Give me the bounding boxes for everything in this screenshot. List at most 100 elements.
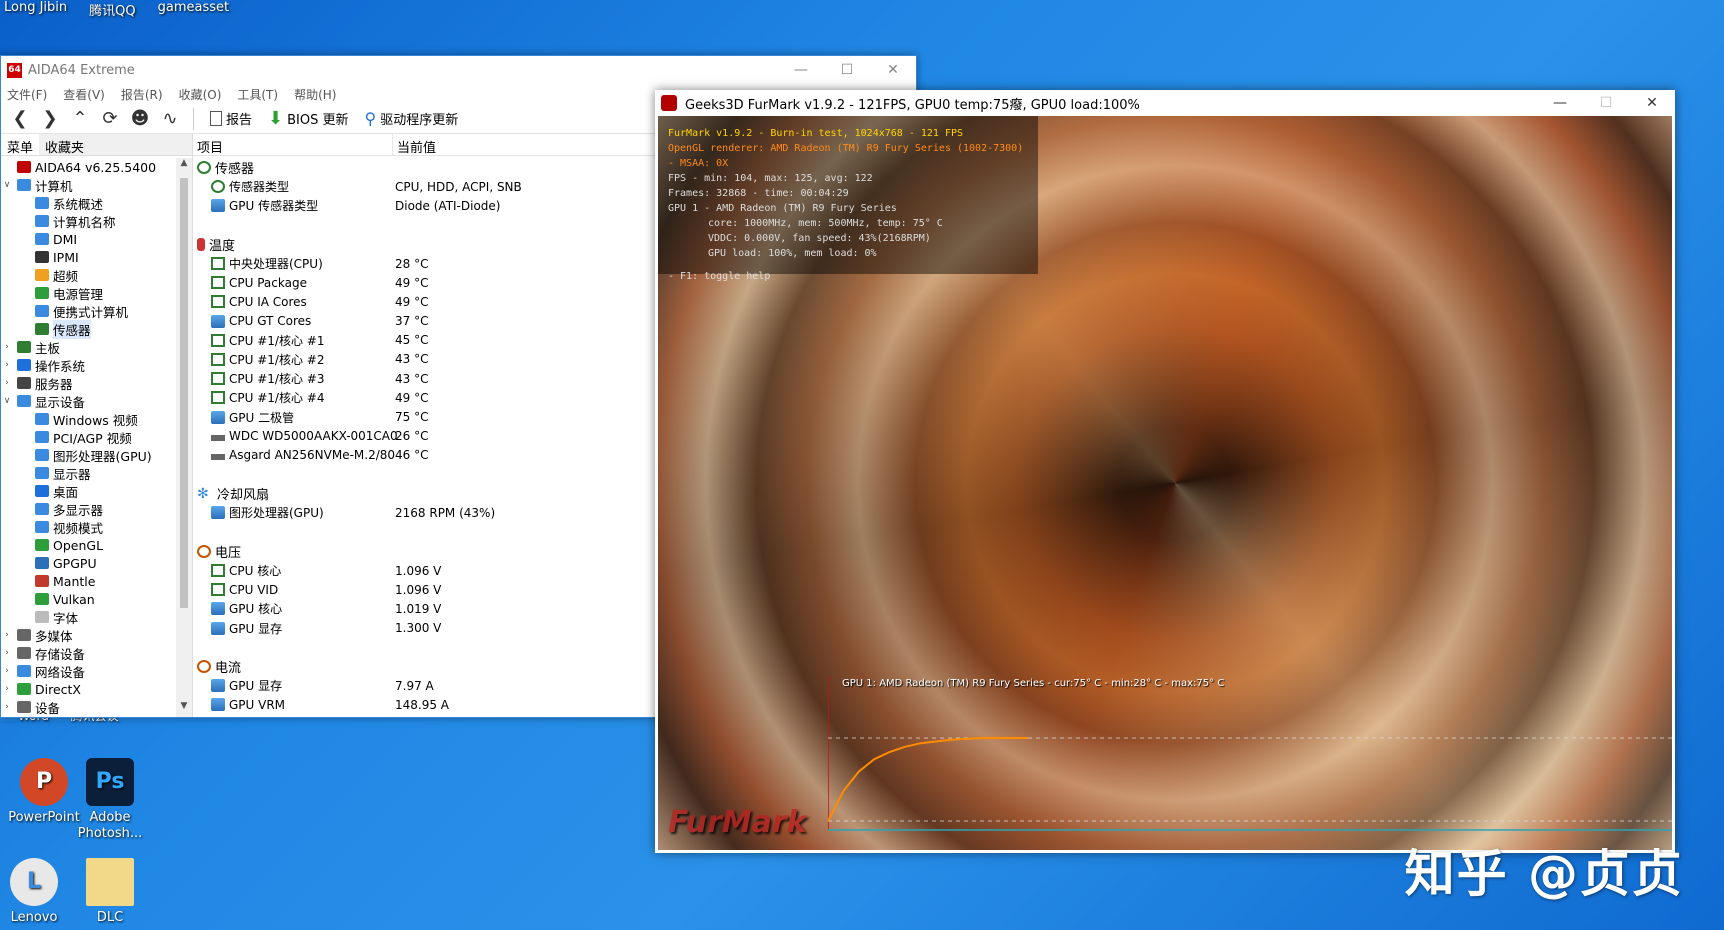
tree-item[interactable]: › 网络设备: [1, 662, 176, 680]
maximize-button[interactable]: ☐: [824, 62, 870, 78]
desktop-icon-lenovo[interactable]: L Lenovo: [0, 858, 74, 926]
chevron-right-icon[interactable]: ›: [1, 648, 13, 658]
tree-item[interactable]: 显示器: [1, 464, 176, 482]
hud-line: FPS - min: 104, max: 125, avg: 122: [668, 173, 873, 184]
tree-item[interactable]: › 主板: [1, 338, 176, 356]
sensor-value: 7.97 A: [395, 678, 434, 693]
tree-item[interactable]: › 操作系统: [1, 356, 176, 374]
aida64-logo-icon: 64: [7, 62, 22, 78]
tree-item[interactable]: › 存储设备: [1, 644, 176, 662]
minimize-button[interactable]: —: [1537, 95, 1583, 111]
chevron-right-icon[interactable]: ›: [1, 360, 13, 370]
tree-item[interactable]: GPGPU: [1, 554, 176, 572]
tree-item[interactable]: 系统概述: [1, 194, 176, 212]
drive-icon: [211, 454, 225, 461]
scroll-down-icon[interactable]: ▼: [176, 701, 192, 717]
tree-item-label: 显示器: [53, 466, 91, 482]
tree-item[interactable]: Mantle: [1, 572, 176, 590]
chart-icon[interactable]: ∿: [157, 106, 183, 132]
bios-update-button[interactable]: ⬇ BIOS 更新: [262, 108, 354, 129]
tree-item[interactable]: 电源管理: [1, 284, 176, 302]
aida64-titlebar[interactable]: 64 AIDA64 Extreme — ☐ ✕: [1, 56, 916, 84]
tree-item-label: 服务器: [35, 376, 73, 392]
close-button[interactable]: ✕: [870, 62, 916, 78]
column-header-value[interactable]: 当前值: [393, 134, 440, 156]
refresh-icon[interactable]: ⟳: [97, 106, 123, 132]
tree-item[interactable]: OpenGL: [1, 536, 176, 554]
scroll-thumb[interactable]: [180, 178, 188, 608]
tree-item[interactable]: 便携式计算机: [1, 302, 176, 320]
tree-item[interactable]: 传感器: [1, 319, 176, 339]
chevron-right-icon[interactable]: ›: [1, 666, 13, 676]
chevron-down-icon[interactable]: ∨: [1, 180, 13, 190]
chevron-right-icon[interactable]: ›: [1, 378, 13, 388]
furmark-hud: FurMark v1.9.2 - Burn-in test, 1024x768 …: [658, 116, 1038, 282]
tree-item[interactable]: 视频模式: [1, 518, 176, 536]
desktop-label[interactable]: Long Jibin: [4, 0, 67, 18]
tree-item[interactable]: IPMI: [1, 248, 176, 266]
desktop-label[interactable]: 腾讯QQ: [89, 0, 135, 19]
report-button[interactable]: 报告: [204, 109, 258, 128]
section-title-text: 传感器: [215, 162, 255, 178]
desktop-icon-dlc[interactable]: DLC: [70, 858, 150, 926]
driver-update-button[interactable]: ⚲ 驱动程序更新: [358, 109, 464, 128]
sensor-value: 1.096 V: [395, 563, 442, 578]
hud-line: core: 1000MHz, mem: 500MHz, temp: 75° C: [708, 218, 943, 229]
tree-item-label: 多媒体: [35, 628, 73, 644]
furmark-titlebar[interactable]: Geeks3D FurMark v1.9.2 - 121FPS, GPU0 te…: [655, 90, 1675, 116]
chevron-right-icon[interactable]: ›: [1, 684, 13, 694]
menu-report[interactable]: 报告(R): [121, 86, 163, 103]
tree-item[interactable]: 多显示器: [1, 500, 176, 518]
tree-item[interactable]: › 多媒体: [1, 626, 176, 644]
sensor-name: GPU 显存: [193, 677, 395, 694]
tree-item[interactable]: DMI: [1, 230, 176, 248]
driver-update-label: 驱动程序更新: [380, 113, 459, 128]
maximize-button[interactable]: ☐: [1583, 95, 1629, 111]
sensor-name: GPU 显存: [193, 620, 395, 637]
tree-item[interactable]: 超频: [1, 266, 176, 284]
furmark-window[interactable]: Geeks3D FurMark v1.9.2 - 121FPS, GPU0 te…: [655, 90, 1675, 853]
tab-favorites[interactable]: 收藏夹: [39, 134, 90, 156]
chevron-down-icon[interactable]: ∨: [1, 396, 13, 406]
tree-item[interactable]: › 服务器: [1, 374, 176, 392]
close-button[interactable]: ✕: [1629, 95, 1675, 111]
chevron-right-icon[interactable]: ›: [1, 342, 13, 352]
chip-icon: [211, 276, 225, 290]
forward-icon[interactable]: ❯: [37, 106, 63, 132]
tree-item[interactable]: AIDA64 v6.25.5400: [1, 158, 176, 176]
tree-item[interactable]: ∨ 计算机: [1, 176, 176, 194]
chip-icon: [211, 352, 225, 366]
tree-item[interactable]: PCI/AGP 视频: [1, 428, 176, 446]
tree-item[interactable]: › 设备: [1, 698, 176, 716]
tree-item[interactable]: 计算机名称: [1, 212, 176, 230]
tree-item[interactable]: 桌面: [1, 482, 176, 500]
chip-icon: [211, 583, 225, 597]
up-icon[interactable]: ⌃: [67, 106, 93, 132]
desktop-label[interactable]: gameasset: [158, 0, 230, 18]
window-title: AIDA64 Extreme: [28, 62, 135, 78]
chevron-right-icon[interactable]: ›: [1, 630, 13, 640]
menu-view[interactable]: 查看(V): [63, 86, 105, 103]
back-icon[interactable]: ❮: [7, 106, 33, 132]
tree-item-label: OpenGL: [53, 537, 104, 553]
scroll-up-icon[interactable]: ▲: [176, 158, 192, 174]
user-icon[interactable]: ☻: [127, 106, 153, 132]
desktop-icon-photoshop[interactable]: Ps Adobe Photosh...: [70, 758, 150, 842]
tree-item[interactable]: ∨ 显示设备: [1, 392, 176, 410]
menu-favorites[interactable]: 收藏(O): [179, 86, 222, 103]
tree-item[interactable]: › DirectX: [1, 680, 176, 698]
minimize-button[interactable]: —: [778, 62, 824, 78]
tree-scrollbar[interactable]: ▲ ▼: [176, 158, 192, 717]
tree-item[interactable]: Windows 视频: [1, 410, 176, 428]
menu-help[interactable]: 帮助(H): [294, 86, 336, 103]
tree-item[interactable]: Vulkan: [1, 590, 176, 608]
menu-file[interactable]: 文件(F): [7, 86, 47, 103]
tree-item[interactable]: 图形处理器(GPU): [1, 446, 176, 464]
tree-item[interactable]: 字体: [1, 608, 176, 626]
tab-menu[interactable]: 菜单: [1, 134, 40, 156]
sensor-name: CPU #1/核心 #1: [193, 332, 395, 349]
column-header-item[interactable]: 项目: [193, 134, 393, 156]
menu-tools[interactable]: 工具(T): [237, 86, 278, 103]
chevron-right-icon[interactable]: ›: [1, 702, 13, 712]
chip-icon: [211, 295, 225, 309]
